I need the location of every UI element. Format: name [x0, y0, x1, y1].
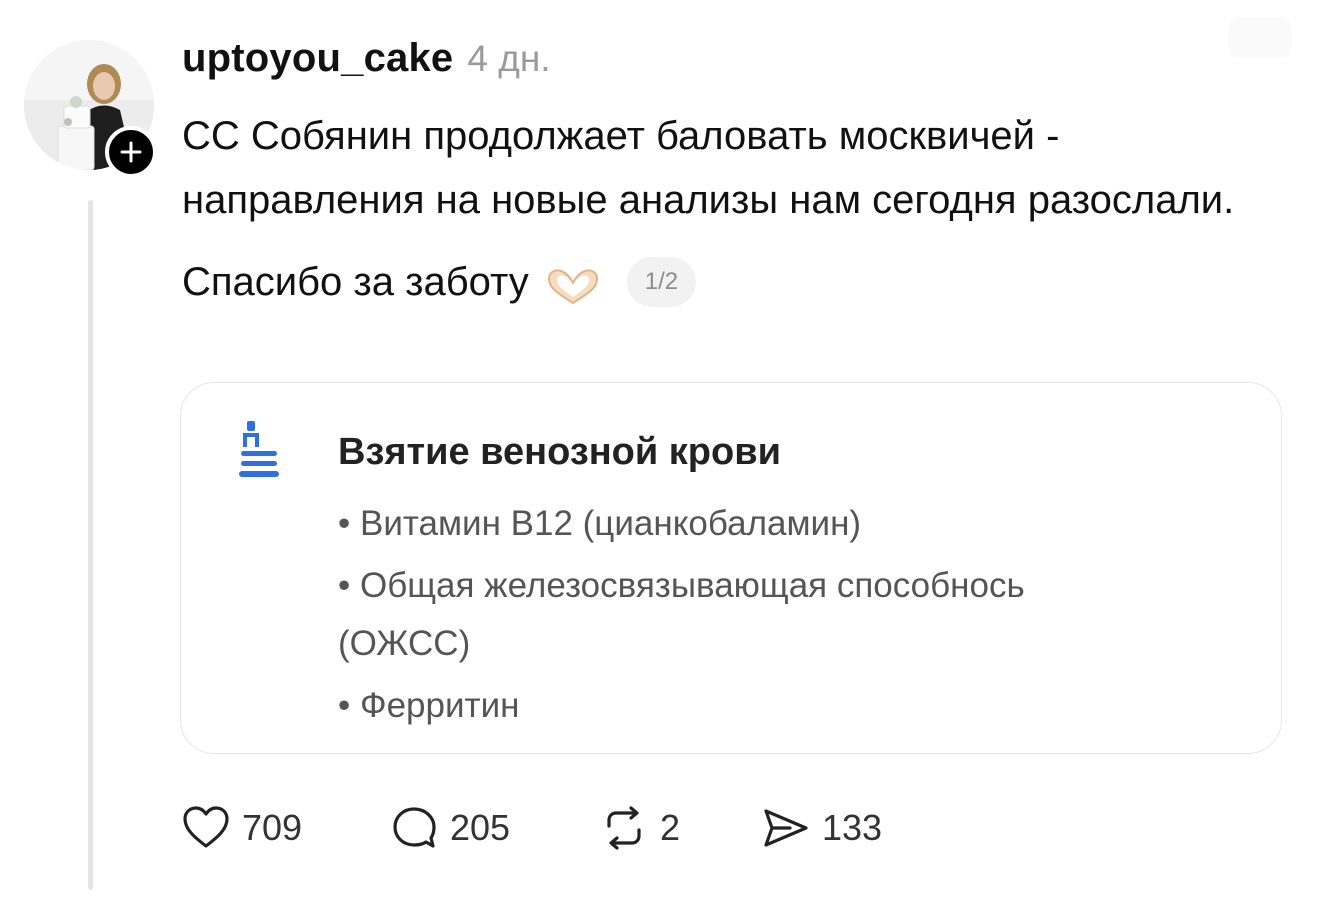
attachment-title: Взятие венозной крови — [338, 431, 781, 473]
post-time: 4 дн. — [467, 38, 551, 79]
username[interactable]: uptoyou_cake — [182, 36, 453, 81]
repost-count: 2 — [660, 807, 681, 848]
post-paragraph-text: Спасибо за заботу — [182, 260, 529, 304]
image-page-indicator[interactable]: 1/2 — [626, 257, 697, 307]
reply-button[interactable]: 205 — [388, 800, 510, 856]
lab-test-icon — [237, 421, 281, 486]
list-item: • Витамин B12 (цианкобаламин) — [338, 504, 862, 543]
like-button[interactable]: 709 — [180, 800, 302, 856]
repost-button[interactable]: 2 — [598, 800, 680, 856]
heart-hands-emoji-icon — [543, 262, 603, 305]
post-paragraph: Спасибо за заботу 1/2 — [182, 250, 1262, 314]
list-item: • Общая железосвязывающая способнось (ОЖ… — [338, 566, 1025, 663]
send-icon — [764, 809, 808, 847]
more-options-area[interactable] — [1228, 18, 1292, 58]
post-text: СС Собянин продолжает баловать москвичей… — [182, 104, 1262, 314]
follow-button[interactable] — [105, 126, 157, 178]
plus-icon — [120, 141, 142, 163]
reply-count: 205 — [450, 807, 511, 848]
thread-line — [88, 200, 93, 890]
post-paragraph: СС Собянин продолжает баловать москвичей… — [182, 114, 1235, 222]
comment-icon — [393, 807, 436, 848]
heart-icon — [183, 806, 229, 848]
like-count: 709 — [242, 807, 303, 848]
repost-icon — [607, 806, 641, 850]
post-header: uptoyou_cake 4 дн. — [182, 36, 551, 81]
share-button[interactable]: 133 — [760, 800, 882, 856]
analysis-list: • Витамин B12 (цианкобаламин) • Общая же… — [338, 495, 1038, 735]
list-item: • Ферритин — [338, 686, 520, 725]
attachment-card[interactable]: Взятие венозной крови • Витамин B12 (циа… — [180, 382, 1282, 754]
share-count: 133 — [822, 807, 883, 848]
